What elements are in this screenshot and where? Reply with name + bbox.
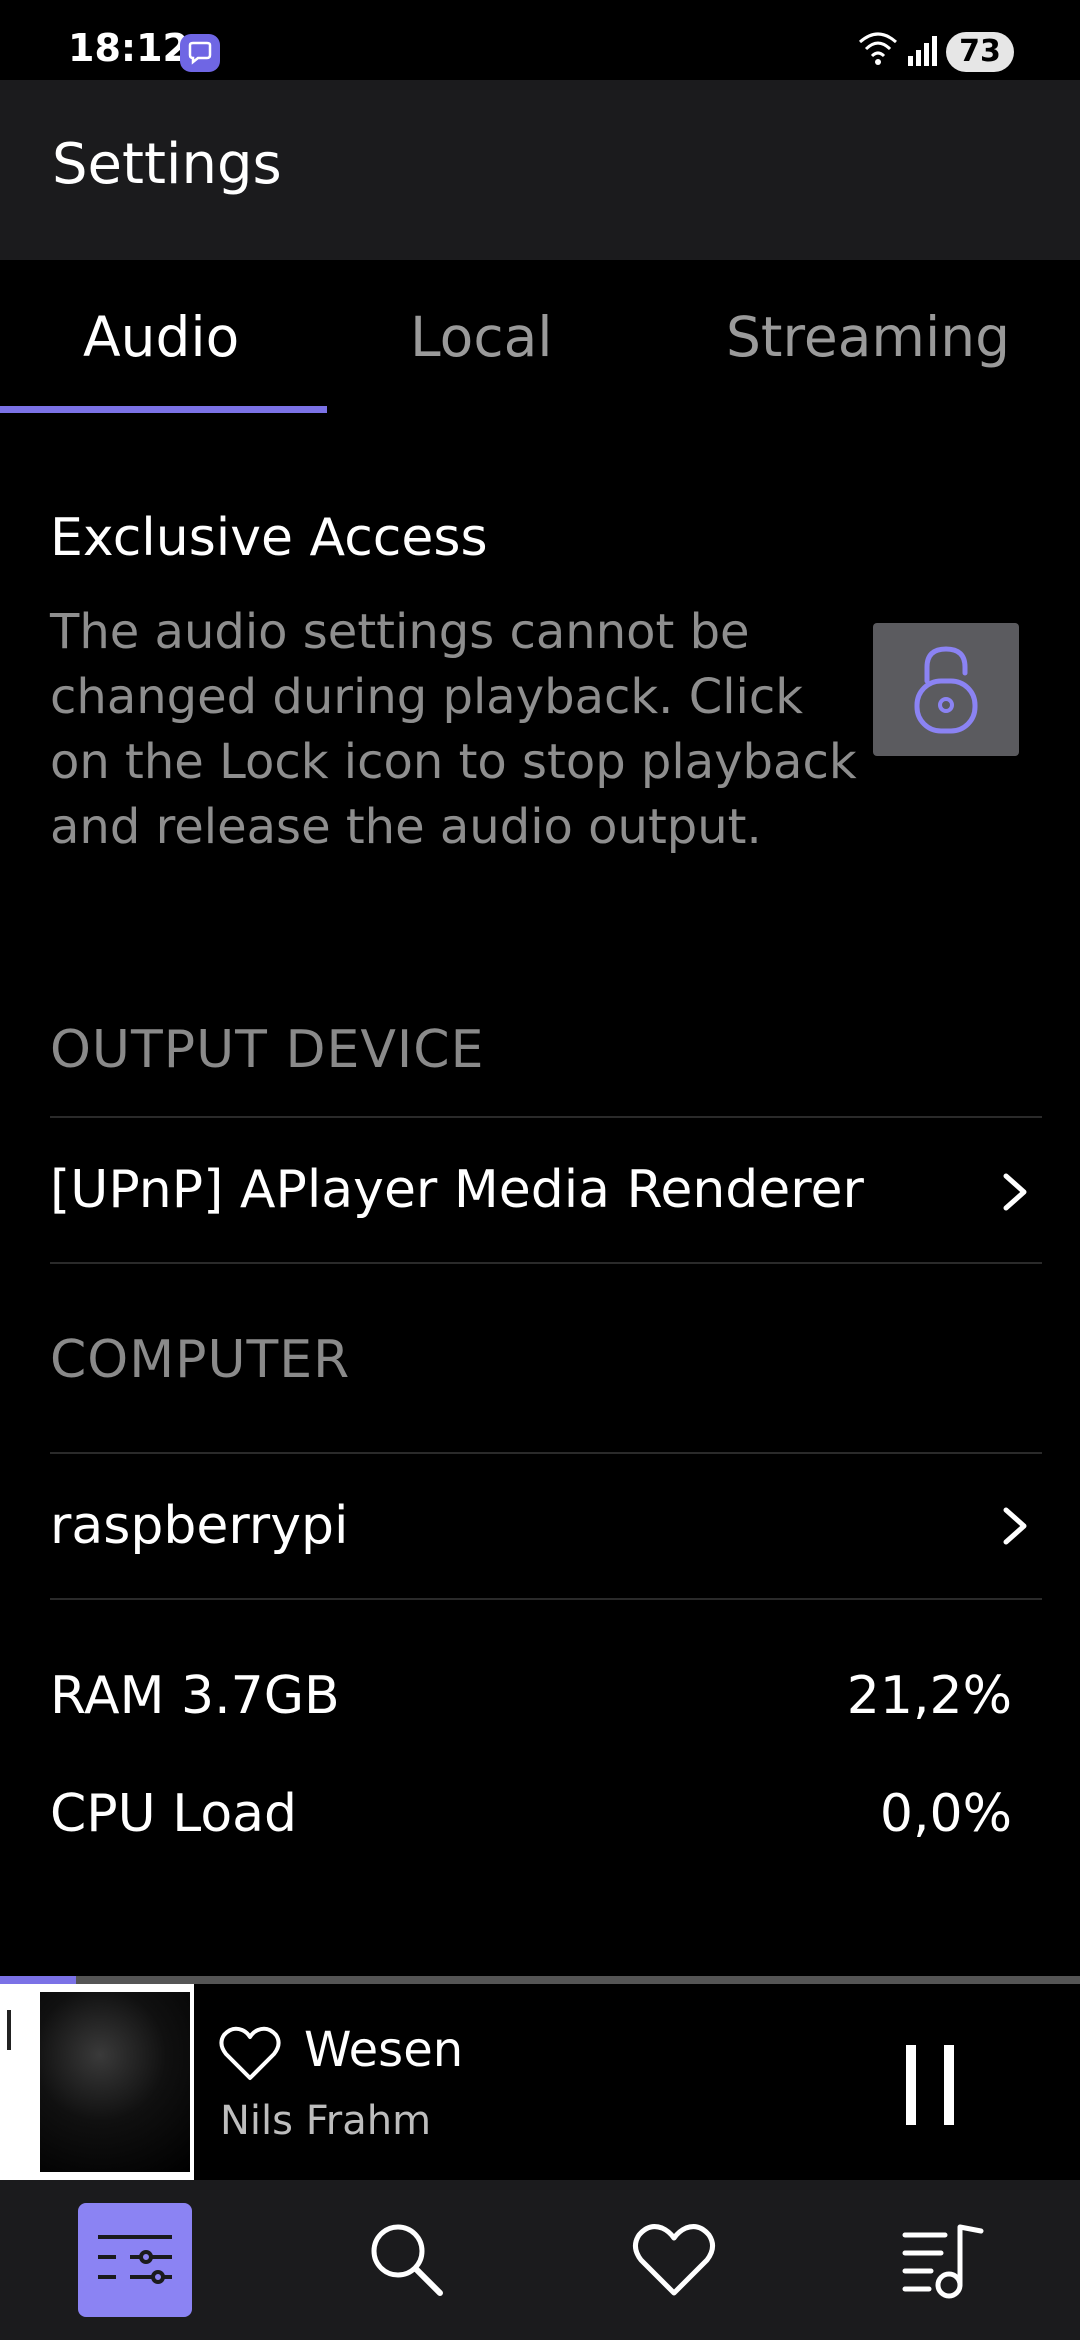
track-artist: Nils Frahm [220,2098,432,2144]
sliders-icon [98,2235,172,2284]
tab-streaming[interactable]: Streaming [726,305,1010,369]
page-title: Settings [52,132,282,197]
nav-search-button[interactable] [350,2203,464,2317]
lock-button[interactable] [873,623,1019,756]
divider [50,1262,1042,1264]
album-art[interactable] [0,1984,194,2180]
computer-label: COMPUTER [50,1330,351,1390]
signal-icon [908,36,937,66]
divider [50,1116,1042,1118]
divider [50,1452,1042,1454]
wifi-icon [859,32,897,65]
pause-icon [906,2045,916,2125]
chat-bubble-icon [180,34,220,72]
exclusive-access-description: The audio settings cannot be changed dur… [50,604,857,855]
heart-icon [633,2224,715,2296]
app-header: Settings [0,80,1080,260]
nav-favorites-button[interactable] [617,2203,731,2317]
track-title: Wesen [304,2022,464,2078]
cpu-value: 0,0% [879,1784,1012,1844]
output-device-value[interactable]: [UPnP] APlayer Media Renderer [50,1160,864,1220]
nav-settings-button[interactable] [78,2203,192,2317]
nav-queue-button[interactable] [887,2203,1001,2317]
ram-label: RAM 3.7GB [50,1666,340,1726]
active-tab-indicator [0,406,327,413]
exclusive-access-title: Exclusive Access [50,508,488,568]
playback-progress-track[interactable] [0,1976,1080,1984]
search-icon [371,2224,443,2296]
status-time: 18:12 [68,26,189,70]
output-device-label: OUTPUT DEVICE [50,1020,485,1080]
ram-value: 21,2% [846,1666,1012,1726]
battery-indicator: 73 [946,32,1014,72]
divider [50,1598,1042,1600]
settings-tabs: Audio Local Streaming [0,260,1080,415]
computer-value[interactable]: raspberrypi [50,1496,348,1556]
heart-icon[interactable] [218,2024,282,2084]
lock-icon [914,646,978,734]
cpu-label: CPU Load [50,1784,297,1844]
chevron-right-icon[interactable] [996,1170,1036,1214]
chevron-right-icon[interactable] [996,1504,1036,1548]
tab-audio[interactable]: Audio [83,305,239,369]
playback-progress-fill [0,1976,76,1984]
playlist-icon [902,2224,984,2299]
tab-local[interactable]: Local [410,305,553,369]
pause-button[interactable] [900,2045,960,2125]
